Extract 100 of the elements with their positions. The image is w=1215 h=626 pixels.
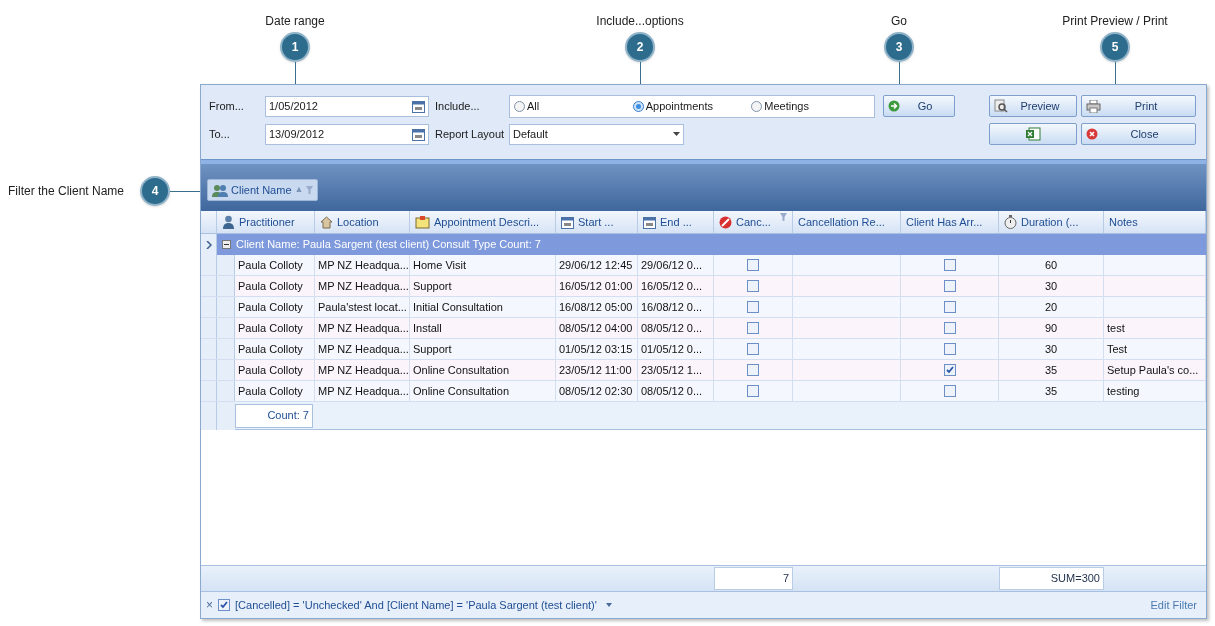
table-cell: MP NZ Headqua... — [315, 255, 410, 275]
calendar-icon[interactable] — [643, 215, 656, 229]
summary-cell: SUM=300 — [999, 567, 1104, 590]
callout-label: Print Preview / Print — [1062, 13, 1168, 30]
person-icon — [222, 215, 235, 229]
checkbox[interactable] — [218, 599, 230, 611]
radio-button[interactable] — [632, 100, 644, 112]
column-header[interactable]: Client Has Arr... — [901, 211, 999, 233]
table-cell: 08/05/12 0... — [638, 318, 714, 338]
filter-icon — [780, 213, 787, 221]
printer-icon — [1086, 99, 1101, 113]
close-icon — [1086, 128, 1098, 140]
callout-badge: 1 — [280, 32, 310, 62]
callout-badge: 4 — [140, 176, 170, 206]
table-cell: 01/05/12 0... — [638, 339, 714, 359]
excel-export-button[interactable] — [989, 123, 1077, 145]
table-cell: Support — [410, 276, 556, 296]
table-cell: 08/05/12 02:30 — [556, 381, 638, 401]
table-cell: Setup Paula's co... — [1104, 360, 1206, 380]
edit-filter-link[interactable]: Edit Filter — [1150, 596, 1197, 614]
date-field[interactable]: 13/09/2012 — [265, 123, 429, 145]
column-header[interactable]: Practitioner — [217, 211, 315, 233]
group-indent — [217, 360, 235, 380]
calendar-icon[interactable] — [561, 215, 574, 229]
callout-label: Date range — [265, 13, 325, 30]
table-cell: MP NZ Headqua... — [315, 381, 410, 401]
note-icon — [415, 215, 430, 229]
table-cell: Paula Colloty — [235, 360, 315, 380]
layout-dropdown[interactable]: Default — [509, 123, 684, 145]
radio-option[interactable]: Meetings — [751, 97, 870, 115]
calendar-icon[interactable] — [412, 99, 425, 113]
column-header[interactable]: Start ... — [556, 211, 638, 233]
checkbox[interactable] — [747, 385, 759, 397]
checkbox[interactable] — [943, 385, 956, 397]
callout-badge: 3 — [884, 32, 914, 62]
table-cell: 08/05/12 0... — [638, 381, 714, 401]
table-cell: Paula'stest locat... — [315, 297, 410, 317]
table-cell: testing — [1104, 381, 1206, 401]
column-header[interactable]: Duration (... — [999, 211, 1104, 233]
table-cell: Paula Colloty — [235, 339, 315, 359]
checkbox[interactable] — [747, 280, 759, 292]
radio-option[interactable]: Appointments — [632, 97, 752, 115]
dropdown-arrow-icon — [673, 132, 680, 136]
callout-badge: 2 — [625, 32, 655, 62]
checkbox[interactable] — [943, 259, 956, 271]
checkbox[interactable] — [943, 280, 956, 292]
calendar-icon[interactable] — [412, 127, 425, 141]
group-indent — [217, 297, 235, 317]
row-indicator[interactable] — [201, 234, 217, 255]
filter-icon — [306, 186, 314, 194]
column-header[interactable]: Canc... — [714, 211, 793, 233]
people-icon — [212, 183, 228, 197]
checkbox[interactable] — [747, 364, 759, 376]
group-indent — [217, 318, 235, 338]
group-indent — [217, 276, 235, 296]
go-button[interactable]: Go — [883, 95, 955, 117]
table-cell: Support — [410, 339, 556, 359]
column-header[interactable]: Cancellation Re... — [793, 211, 901, 233]
radio-option[interactable]: All — [514, 97, 633, 115]
checkbox[interactable] — [747, 301, 759, 313]
column-header[interactable]: Appointment Descri... — [410, 211, 556, 233]
table-cell: MP NZ Headqua... — [315, 339, 410, 359]
table-cell: Paula Colloty — [235, 276, 315, 296]
clear-filter-button[interactable]: × — [206, 596, 213, 614]
group-by-chip[interactable]: Client Name ▲ — [207, 179, 319, 201]
checkbox[interactable] — [747, 343, 759, 355]
checkbox[interactable] — [943, 364, 956, 376]
dropdown-arrow-icon[interactable] — [605, 603, 612, 607]
collapse-icon[interactable] — [222, 240, 231, 249]
radio-button[interactable] — [514, 100, 525, 112]
print-button[interactable]: Print — [1081, 95, 1196, 117]
group-count: Count: 7 — [235, 403, 313, 428]
group-indent — [217, 381, 235, 401]
checkbox[interactable] — [943, 343, 956, 355]
date-field[interactable]: 1/05/2012 — [265, 95, 429, 117]
checkbox[interactable] — [747, 322, 759, 334]
table-cell: 08/05/12 04:00 — [556, 318, 638, 338]
preview-button[interactable]: Preview — [989, 95, 1077, 117]
go-icon — [888, 100, 900, 112]
table-cell: Paula Colloty — [235, 297, 315, 317]
radio-button[interactable] — [751, 100, 763, 112]
checkbox[interactable] — [747, 259, 759, 271]
column-header[interactable]: End ... — [638, 211, 714, 233]
group-indent — [217, 339, 235, 359]
callout-badge: 5 — [1100, 32, 1130, 62]
callout-label: Go — [891, 13, 907, 30]
table-cell: MP NZ Headqua... — [315, 318, 410, 338]
summary-cell: 7 — [714, 567, 793, 590]
column-header[interactable]: Notes — [1104, 211, 1206, 233]
checkbox[interactable] — [943, 301, 956, 313]
sort-indicator: ▲ — [294, 183, 304, 197]
table-cell: 23/05/12 1... — [638, 360, 714, 380]
table-cell: Install — [410, 318, 556, 338]
table-cell: 35 — [999, 360, 1104, 380]
column-header[interactable]: Location — [315, 211, 410, 233]
checkbox[interactable] — [943, 322, 956, 334]
table-cell: Test — [1104, 339, 1206, 359]
close-button[interactable]: Close — [1081, 123, 1196, 145]
table-cell: 29/06/12 0... — [638, 255, 714, 275]
group-indent — [217, 255, 235, 275]
